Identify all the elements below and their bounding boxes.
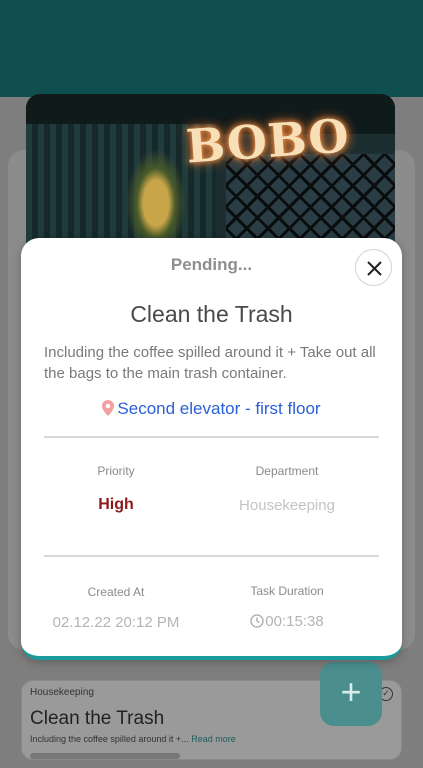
photo-plant bbox=[126, 149, 186, 239]
created-at-value: 02.12.22 20:12 PM bbox=[52, 614, 180, 631]
divider bbox=[44, 555, 379, 557]
location-text[interactable]: Second elevator - first floor bbox=[117, 399, 320, 418]
task-card-description-text: Including the coffee spilled around it +… bbox=[30, 734, 189, 744]
task-duration-text: 00:15:38 bbox=[265, 613, 324, 630]
divider bbox=[44, 436, 379, 438]
task-description: Including the coffee spilled around it +… bbox=[44, 344, 376, 382]
department-label: Department bbox=[255, 464, 319, 478]
task-status: Pending... bbox=[170, 255, 253, 274]
priority-label: Priority bbox=[97, 464, 135, 478]
close-button[interactable] bbox=[355, 249, 392, 286]
department-value: Housekeeping bbox=[239, 497, 335, 514]
created-at-label: Created At bbox=[87, 585, 145, 599]
add-task-button[interactable]: + bbox=[320, 662, 382, 726]
task-duration-label: Task Duration bbox=[250, 584, 324, 598]
task-title: Clean the Trash bbox=[130, 301, 293, 327]
close-icon bbox=[367, 261, 382, 276]
task-card-location bbox=[30, 753, 180, 759]
task-card-description: Including the coffee spilled around it +… bbox=[30, 734, 393, 744]
read-more-link[interactable]: Read more bbox=[191, 734, 236, 744]
app-header bbox=[0, 0, 423, 97]
location-pin-icon bbox=[102, 400, 115, 416]
clock-icon bbox=[250, 614, 265, 628]
task-detail-modal: Pending... Clean the Trash Including the… bbox=[21, 238, 402, 660]
priority-value: High bbox=[98, 496, 134, 513]
plus-icon: + bbox=[340, 671, 362, 712]
task-duration-value: 00:15:38 bbox=[207, 613, 367, 630]
photo-neon-sign: BOBO bbox=[184, 108, 352, 174]
task-location[interactable]: Second elevator - first floor bbox=[21, 399, 402, 419]
